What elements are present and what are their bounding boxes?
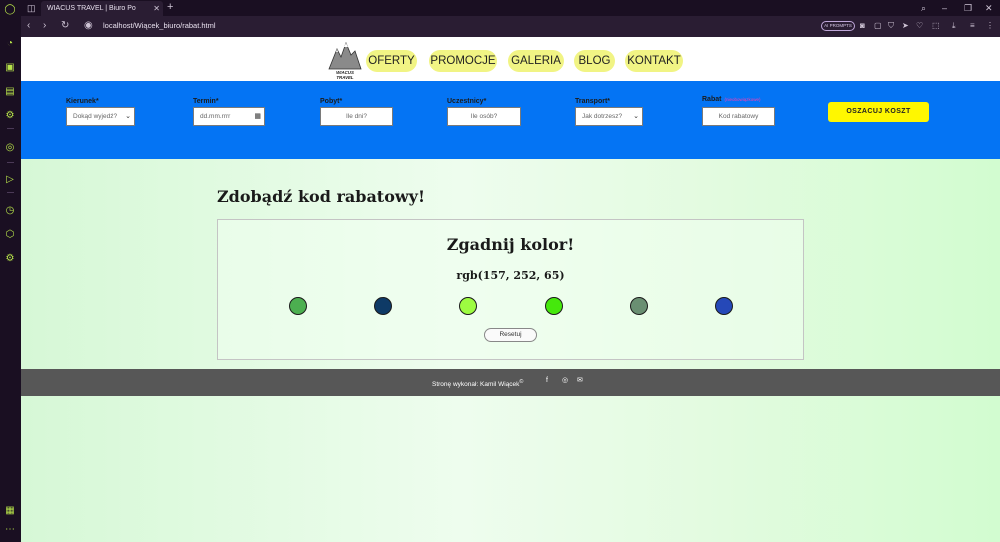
kierunek-label: Kierunek* — [66, 98, 99, 105]
screenshot-icon[interactable]: ▢ — [874, 20, 882, 32]
sidebar-divider — [7, 128, 14, 129]
color-swatch-6[interactable] — [715, 297, 733, 315]
speed-dial-icon[interactable]: ◔ — [4, 38, 16, 50]
rabat-label: Rabat (nieobowiązkowe) — [702, 96, 760, 103]
layout-icon[interactable]: ▦ — [4, 505, 16, 517]
site-info-icon[interactable]: ◉ — [84, 20, 93, 32]
extensions-icon[interactable]: ⬡ — [4, 229, 16, 241]
footer-credit-text: Stronę wykonał: Kamil Wiącek — [432, 381, 520, 389]
download-icon[interactable]: ⤓ — [952, 20, 956, 32]
rabat-input[interactable]: Kod rabatowy — [702, 107, 775, 126]
nav-kontakt[interactable]: KONTAKT — [625, 50, 683, 72]
transport-label: Transport* — [575, 98, 611, 105]
estimate-cost-button[interactable]: OSZACUJ KOSZT — [828, 102, 929, 122]
nav-promocje[interactable]: PROMOCJE — [429, 50, 497, 72]
svg-text:TRAVEL: TRAVEL — [336, 75, 354, 80]
shop-icon[interactable]: ▣ — [4, 62, 16, 74]
color-swatch-4[interactable] — [545, 297, 563, 315]
termin-label: Termin* — [193, 98, 219, 105]
rabat-optional-hint: (nieobowiązkowe) — [724, 97, 761, 102]
new-tab-button[interactable]: + — [167, 0, 173, 15]
url-text[interactable]: localhost/Wiącek_biuro/rabat.html — [103, 20, 216, 32]
ai-prompts-badge[interactable]: AI PROMPTS — [821, 21, 855, 31]
facebook-icon[interactable]: f — [546, 376, 548, 386]
history-icon[interactable]: ◷ — [4, 205, 16, 217]
tab-title: WIACUS TRAVEL | Biuro Po — [47, 5, 136, 12]
uczestnicy-input[interactable]: Ile osób? — [447, 107, 521, 126]
color-swatch-5[interactable] — [630, 297, 648, 315]
transport-select[interactable]: Jak dotrzesz? ⌄ — [575, 107, 643, 126]
copyright-mark: © — [519, 379, 524, 385]
reload-icon[interactable]: ↻ — [61, 20, 69, 32]
box-icon[interactable]: ⬚ — [932, 20, 940, 32]
more-icon[interactable]: ⋯ — [4, 524, 16, 536]
back-icon[interactable]: ‹ — [27, 20, 30, 32]
footer-credit: Stronę wykonał: Kamil Wiącek© — [432, 377, 523, 390]
player-icon[interactable]: ▷ — [4, 174, 16, 186]
site-footer: Stronę wykonał: Kamil Wiącek© f ◎ ✉ — [21, 369, 1000, 396]
reset-button[interactable]: Resetuj — [484, 328, 537, 342]
sidebar-divider — [7, 192, 14, 193]
pobyt-input[interactable]: Ile dni? — [320, 107, 393, 126]
address-bar: ‹ › ↻ ◉ localhost/Wiącek_biuro/rabat.htm… — [21, 16, 1000, 37]
close-window-icon[interactable]: ✕ — [985, 2, 993, 14]
chevron-down-icon: ⌄ — [125, 113, 131, 120]
color-guess-game: Zgadnij kolor! rgb(157, 252, 65) Resetuj — [217, 219, 804, 360]
nav-blog[interactable]: BLOG — [574, 50, 615, 72]
kierunek-select[interactable]: Dokąd wyjedź? ⌄ — [66, 107, 135, 126]
forward-icon[interactable]: › — [43, 20, 46, 32]
browser-sidebar: ◯ ◔ ▣ ▤ ⚙ ◎ ▷ ◷ ⬡ ⚙ ▦ ⋯ — [0, 0, 21, 542]
target-rgb-text: rgb(157, 252, 65) — [456, 269, 565, 282]
sidebar-divider — [7, 162, 14, 163]
nav-oferty[interactable]: OFERTY — [366, 50, 417, 72]
transport-value: Jak dotrzesz? — [582, 113, 623, 120]
shield-icon[interactable]: ⛉ — [888, 20, 894, 32]
nav-galeria[interactable]: GALERIA — [508, 50, 564, 72]
tab-bar: ◫ WIACUS TRAVEL | Biuro Po ✕ + ⌕ – ❐ ✕ — [21, 0, 1000, 16]
more-options-icon[interactable]: ⋮ — [986, 20, 994, 32]
search-icon[interactable]: ⌕ — [921, 2, 926, 14]
page-title: Zdobądź kod rabatowy! — [217, 187, 425, 206]
restore-icon[interactable]: ❐ — [964, 2, 972, 14]
twitch-icon[interactable]: ▤ — [4, 86, 16, 98]
settings-icon[interactable]: ⚙ — [4, 110, 16, 122]
chatgpt-icon[interactable]: ◎ — [4, 142, 16, 154]
game-title: Zgadnij kolor! — [446, 235, 575, 254]
email-icon[interactable]: ✉ — [577, 376, 583, 386]
uczestnicy-label: Uczestnicy* — [447, 98, 487, 105]
menu-icon[interactable]: ≡ — [970, 20, 975, 32]
color-swatch-3[interactable] — [459, 297, 477, 315]
gear-icon[interactable]: ⚙ — [4, 253, 16, 265]
termin-value: dd.mm.rrrr — [200, 113, 231, 120]
instagram-icon[interactable]: ◎ — [562, 376, 568, 386]
minimize-icon[interactable]: – — [942, 2, 947, 14]
calendar-icon[interactable]: ▦ — [254, 108, 261, 125]
booking-form: Kierunek* Dokąd wyjedź? ⌄ Termin* dd.mm.… — [21, 81, 1000, 159]
color-swatch-1[interactable] — [289, 297, 307, 315]
site-header: WIACUS TRAVEL OFERTY PROMOCJE GALERIA BL… — [21, 37, 1000, 81]
kierunek-value: Dokąd wyjedź? — [73, 113, 118, 120]
active-tab[interactable]: WIACUS TRAVEL | Biuro Po ✕ — [41, 1, 163, 16]
send-icon[interactable]: ➤ — [902, 20, 909, 32]
chevron-down-icon: ⌄ — [633, 113, 639, 120]
gamepad-icon[interactable]: ◫ — [27, 2, 36, 14]
browser-logo-icon[interactable]: ◯ — [4, 4, 16, 16]
heart-icon[interactable]: ♡ — [916, 20, 923, 32]
close-icon[interactable]: ✕ — [153, 1, 160, 16]
camera-icon[interactable]: ◙ — [860, 20, 865, 32]
wiacus-travel-logo[interactable]: WIACUS TRAVEL — [327, 39, 363, 81]
page-viewport: WIACUS TRAVEL OFERTY PROMOCJE GALERIA BL… — [21, 37, 1000, 542]
termin-date-input[interactable]: dd.mm.rrrr ▦ — [193, 107, 265, 126]
pobyt-label: Pobyt* — [320, 98, 343, 105]
color-swatch-2[interactable] — [374, 297, 392, 315]
rabat-label-text: Rabat — [702, 96, 722, 103]
